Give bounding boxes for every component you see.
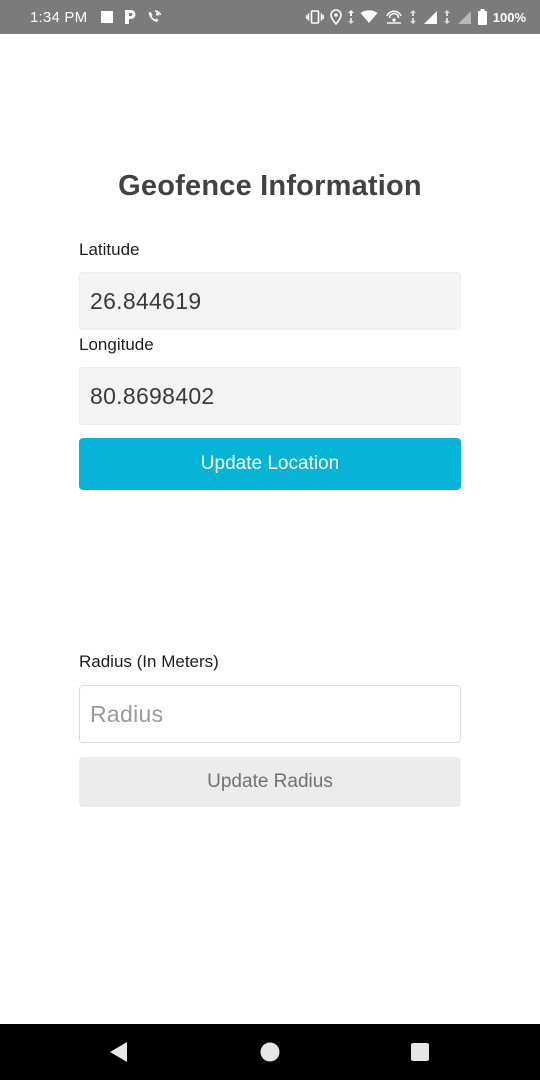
status-bar: 1:34 PM 100% (0, 0, 540, 34)
phone-wifi-icon (146, 9, 162, 25)
recents-icon (410, 1042, 430, 1062)
data-arrows-icon-2 (409, 10, 416, 24)
cell-signal-empty-icon (456, 10, 472, 25)
latitude-input[interactable] (79, 272, 461, 330)
status-bar-right: 100% (305, 9, 526, 25)
battery-icon (477, 9, 487, 25)
status-time: 1:34 PM (30, 8, 88, 26)
location-icon (329, 9, 342, 25)
radius-label: Radius (In Meters) (79, 652, 219, 671)
cell-signal-icon (422, 10, 438, 25)
home-icon (260, 1042, 280, 1062)
vibrate-icon (305, 10, 324, 24)
longitude-label: Longitude (79, 335, 154, 354)
radius-input[interactable] (79, 685, 461, 743)
square-notification-icon (100, 10, 114, 24)
update-radius-button[interactable]: Update Radius (79, 757, 461, 807)
longitude-input[interactable] (79, 367, 461, 425)
recents-button[interactable] (385, 1024, 455, 1080)
wifi-icon (360, 10, 378, 24)
latitude-label: Latitude (79, 240, 140, 259)
home-button[interactable] (235, 1024, 305, 1080)
back-icon (109, 1041, 129, 1063)
hotspot-icon (384, 9, 404, 25)
battery-percentage: 100% (492, 9, 526, 25)
data-arrows-icon-3 (443, 10, 450, 24)
data-arrows-icon (347, 10, 354, 24)
parking-icon (123, 9, 137, 25)
update-location-button[interactable]: Update Location (79, 438, 461, 490)
back-button[interactable] (84, 1024, 154, 1080)
page-title: Geofence Information (118, 170, 422, 202)
navigation-bar (0, 1024, 540, 1080)
status-bar-left: 1:34 PM (30, 9, 162, 26)
